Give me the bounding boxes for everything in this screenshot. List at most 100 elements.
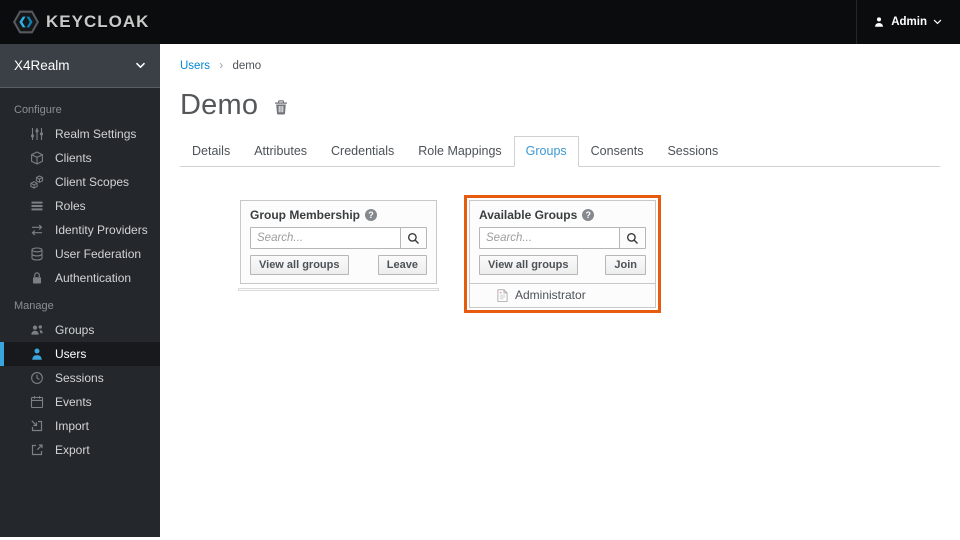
user-icon (30, 347, 44, 361)
sidebar: X4Realm Configure Realm Settings Clients… (0, 44, 160, 537)
export-icon (30, 443, 44, 457)
brand-title: KEYCLOAK (46, 12, 150, 31)
help-icon[interactable]: ? (582, 209, 595, 221)
realm-name: X4Realm (14, 58, 70, 73)
sidebar-item-user-federation[interactable]: User Federation (0, 242, 160, 266)
nav-section-configure: Configure (14, 104, 62, 116)
cubes-icon (30, 175, 44, 189)
sidebar-nav: Configure Realm Settings Clients Client … (0, 88, 160, 462)
breadcrumb-link-users[interactable]: Users (180, 60, 210, 72)
breadcrumb-current: demo (232, 60, 262, 72)
group-name: Administrator (515, 288, 586, 302)
user-tabs: Details Attributes Credentials Role Mapp… (180, 136, 940, 167)
sidebar-item-users[interactable]: Users (0, 342, 160, 366)
group-membership-column: Group Membership ? View all groups Leave (238, 195, 439, 291)
group-membership-search-input[interactable] (250, 227, 401, 249)
keycloak-hexagon-icon (13, 10, 39, 34)
calendar-icon (30, 395, 44, 409)
sidebar-item-client-scopes[interactable]: Client Scopes (0, 170, 160, 194)
group-membership-actions: View all groups Leave (241, 249, 436, 283)
available-groups-search-button[interactable] (619, 227, 646, 249)
sidebar-item-label: Users (55, 347, 87, 361)
nav-section-manage: Manage (14, 300, 54, 312)
sidebar-item-label: Events (55, 395, 92, 409)
view-all-groups-button[interactable]: View all groups (479, 255, 578, 275)
tab-credentials[interactable]: Credentials (319, 136, 406, 167)
group-membership-panel: Group Membership ? View all groups Leave (240, 200, 437, 284)
tab-attributes[interactable]: Attributes (242, 136, 319, 167)
sidebar-item-realm-settings[interactable]: Realm Settings (0, 122, 160, 146)
chevron-down-icon (933, 19, 942, 25)
available-groups-search-row (470, 227, 655, 249)
realm-selector[interactable]: X4Realm (0, 44, 160, 88)
tab-details[interactable]: Details (180, 136, 242, 167)
search-icon (626, 232, 639, 244)
breadcrumb-separator: › (219, 58, 224, 72)
sidebar-item-events[interactable]: Events (0, 390, 160, 414)
main-content: Users › demo Demo Details Attributes Cre… (160, 44, 960, 540)
users-group-icon (30, 323, 44, 337)
sidebar-item-roles[interactable]: Roles (0, 194, 160, 218)
admin-user-menu[interactable]: Admin (856, 0, 960, 44)
available-groups-panel: Available Groups ? View all groups Join (469, 200, 656, 308)
top-bar: KEYCLOAK Admin (0, 0, 960, 44)
group-membership-header: Group Membership ? (241, 201, 436, 227)
file-icon (497, 288, 508, 302)
list-icon (30, 199, 44, 213)
sidebar-item-label: User Federation (55, 247, 142, 261)
sidebar-item-groups[interactable]: Groups (0, 318, 160, 342)
view-all-groups-button[interactable]: View all groups (250, 255, 349, 275)
sidebar-item-label: Import (55, 419, 90, 433)
available-groups-actions: View all groups Join (470, 249, 655, 283)
available-groups-title: Available Groups (479, 208, 578, 222)
sidebar-item-label: Groups (55, 323, 95, 337)
exchange-icon (30, 223, 44, 237)
sidebar-item-label: Client Scopes (55, 175, 130, 189)
page-title-row: Demo (180, 89, 940, 122)
leave-button[interactable]: Leave (377, 255, 427, 275)
admin-user-label: Admin (891, 16, 927, 28)
trash-icon (275, 100, 288, 115)
sidebar-item-label: Identity Providers (55, 223, 148, 237)
chevron-down-icon (135, 62, 146, 69)
group-tree-item-administrator[interactable]: Administrator (470, 283, 655, 307)
sliders-icon (30, 127, 44, 141)
keycloak-logo[interactable]: KEYCLOAK (0, 9, 149, 35)
sidebar-item-label: Realm Settings (55, 127, 137, 141)
clock-icon (30, 371, 44, 385)
group-membership-search-button[interactable] (400, 227, 427, 249)
sidebar-item-authentication[interactable]: Authentication (0, 266, 160, 290)
group-membership-title: Group Membership (250, 208, 361, 222)
join-button[interactable]: Join (605, 255, 646, 275)
database-icon (30, 247, 44, 261)
available-groups-header: Available Groups ? (470, 201, 655, 227)
breadcrumb: Users › demo (180, 58, 940, 72)
sidebar-item-export[interactable]: Export (0, 438, 160, 462)
sidebar-item-sessions[interactable]: Sessions (0, 366, 160, 390)
group-membership-search-row (241, 227, 436, 249)
groups-panels: Group Membership ? View all groups Leave (238, 195, 940, 313)
group-membership-empty-tree (238, 288, 439, 291)
available-groups-highlight: Available Groups ? View all groups Join (464, 195, 661, 313)
tab-groups[interactable]: Groups (513, 136, 579, 167)
sidebar-item-import[interactable]: Import (0, 414, 160, 438)
cube-icon (30, 151, 44, 165)
import-icon (30, 419, 44, 433)
sidebar-item-label: Sessions (55, 371, 104, 385)
sidebar-item-label: Authentication (55, 271, 132, 285)
person-icon (875, 17, 884, 27)
help-icon[interactable]: ? (365, 209, 378, 221)
sidebar-item-clients[interactable]: Clients (0, 146, 160, 170)
sidebar-item-identity-providers[interactable]: Identity Providers (0, 218, 160, 242)
sidebar-item-label: Export (55, 443, 90, 457)
search-icon (407, 232, 420, 244)
delete-user-button[interactable] (273, 99, 289, 116)
tab-role-mappings[interactable]: Role Mappings (406, 136, 513, 167)
lock-icon (30, 271, 44, 285)
tab-consents[interactable]: Consents (579, 136, 656, 167)
page-title: Demo (180, 89, 259, 121)
sidebar-item-label: Roles (55, 199, 86, 213)
sidebar-item-label: Clients (55, 151, 92, 165)
tab-sessions[interactable]: Sessions (655, 136, 730, 167)
available-groups-search-input[interactable] (479, 227, 620, 249)
